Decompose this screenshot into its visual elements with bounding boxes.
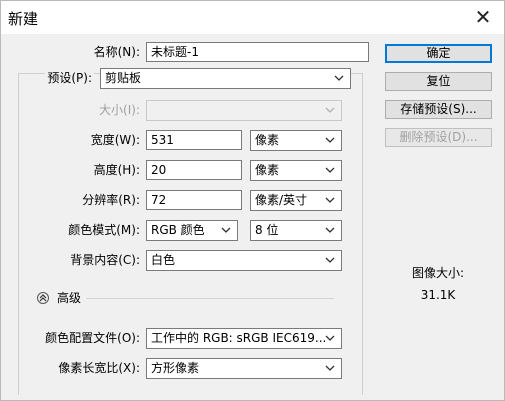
resolution-unit-value: 像素/英寸 (255, 193, 308, 207)
size-label: 大小(I): (99, 103, 140, 117)
advanced-label[interactable]: 高级 (57, 288, 81, 308)
name-label: 名称(N): (93, 45, 140, 59)
advanced-divider (86, 298, 334, 299)
chevron-down-icon (325, 137, 335, 143)
pixel-aspect-select[interactable]: 方形像素 (146, 358, 342, 379)
chevron-down-icon (221, 227, 231, 233)
color-mode-select[interactable]: RGB 颜色 (146, 220, 238, 241)
chevron-down-icon (325, 365, 335, 371)
reset-button[interactable]: 复位 (385, 72, 492, 91)
chevron-down-icon (325, 227, 335, 233)
height-label: 高度(H): (93, 163, 140, 177)
resolution-unit-select[interactable]: 像素/英寸 (250, 190, 342, 211)
width-input[interactable]: 531 (146, 130, 242, 150)
window-title: 新建 (8, 10, 39, 28)
chevron-down-icon (325, 107, 335, 113)
name-input[interactable]: 未标题-1 (146, 42, 369, 62)
color-mode-value: RGB 颜色 (151, 223, 205, 237)
new-document-dialog: 新建 ✕ 名称(N): 未标题-1 预设(P): 剪贴板 大小(I): 宽度(W… (0, 0, 505, 401)
height-input[interactable]: 20 (146, 160, 242, 180)
chevron-down-icon (325, 257, 335, 263)
pixel-aspect-value: 方形像素 (151, 361, 200, 375)
color-profile-label: 颜色配置文件(O): (45, 331, 140, 345)
image-size-label: 图像大小: (411, 266, 465, 280)
preset-value: 剪贴板 (105, 71, 142, 85)
height-unit-select[interactable]: 像素 (250, 160, 342, 181)
chevron-up-circle-icon[interactable] (37, 292, 49, 304)
bit-depth-select[interactable]: 8 位 (250, 220, 342, 241)
resolution-label: 分辨率(R): (82, 193, 140, 207)
close-icon[interactable]: ✕ (470, 5, 496, 29)
chevron-down-icon (334, 75, 344, 81)
save-preset-button[interactable]: 存储预设(S)... (385, 100, 492, 119)
size-select (146, 100, 342, 121)
background-value: 白色 (151, 253, 176, 267)
image-size-value: 31.1K (420, 288, 456, 302)
pixel-aspect-label: 像素长宽比(X): (58, 361, 140, 375)
width-label: 宽度(W): (90, 133, 140, 147)
preset-select[interactable]: 剪贴板 (100, 68, 351, 89)
chevron-down-icon (325, 335, 335, 341)
background-select[interactable]: 白色 (146, 250, 342, 271)
resolution-input[interactable]: 72 (146, 190, 242, 210)
title-bar: 新建 ✕ (1, 1, 504, 34)
background-label: 背景内容(C): (70, 253, 140, 267)
color-profile-value: 工作中的 RGB: sRGB IEC619... (151, 331, 327, 345)
color-mode-label: 颜色模式(M): (68, 223, 140, 237)
width-unit-select[interactable]: 像素 (250, 130, 342, 151)
preset-label: 预设(P): (45, 68, 94, 88)
ok-button[interactable]: 确定 (385, 44, 492, 63)
chevron-down-icon (325, 197, 335, 203)
delete-preset-button: 删除预设(D)... (385, 128, 492, 147)
bit-depth-value: 8 位 (255, 223, 279, 237)
chevron-down-icon (325, 167, 335, 173)
height-unit-value: 像素 (255, 163, 280, 177)
color-profile-select[interactable]: 工作中的 RGB: sRGB IEC619... (146, 328, 342, 349)
width-unit-value: 像素 (255, 133, 280, 147)
